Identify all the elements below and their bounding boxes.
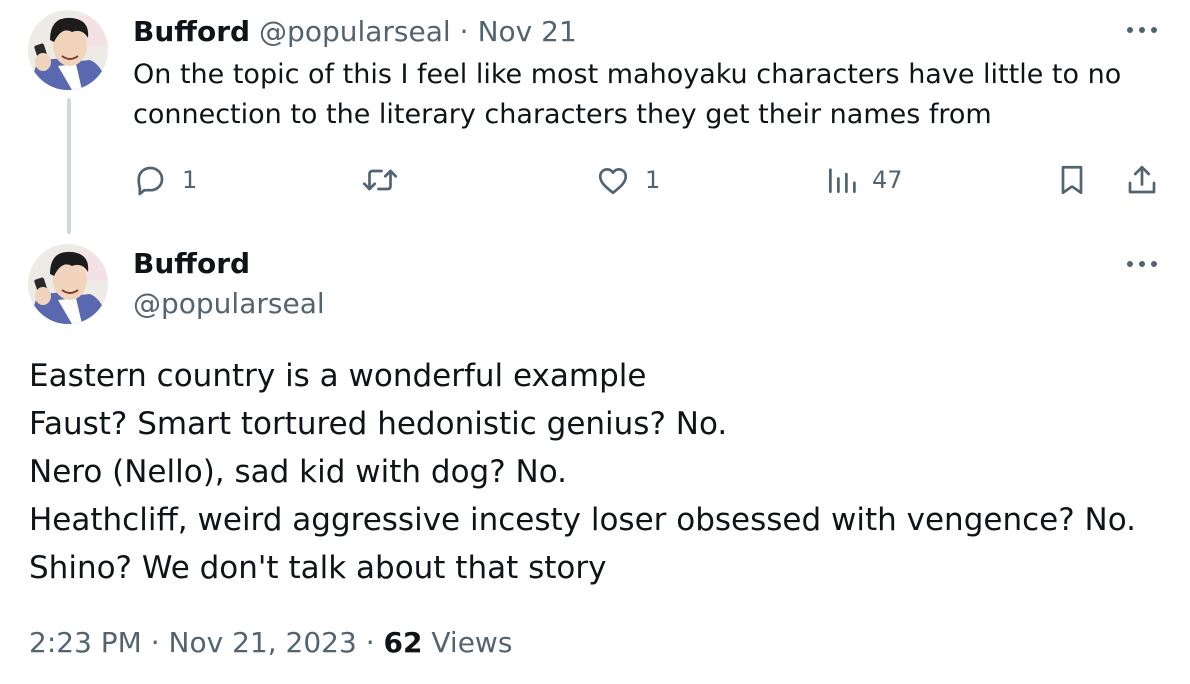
header-separator: · — [459, 14, 469, 48]
avatar[interactable] — [28, 244, 108, 324]
tweet-header: Bufford @popularseal · Nov 21 — [133, 12, 577, 50]
tweet-text-line: Nero (Nello), sad kid with dog? No. — [29, 454, 567, 490]
retweet-button[interactable] — [360, 160, 400, 200]
share-icon — [1128, 165, 1156, 194]
tweet-text-line: Eastern country is a wonderful example — [29, 358, 647, 394]
views-button[interactable]: 47 — [826, 160, 903, 200]
tweet-text-line: Heathcliff, weird aggressive incesty los… — [29, 502, 1136, 538]
reply-button[interactable]: 1 — [132, 160, 197, 200]
thread-connector-line — [67, 98, 71, 234]
bookmark-button[interactable] — [1054, 160, 1090, 200]
tweet-metadata: 2:23 PM · Nov 21, 2023 · 62 Views — [29, 623, 512, 663]
more-options-icon[interactable] — [1124, 22, 1160, 38]
views-label: Views — [431, 626, 513, 659]
reply-count: 1 — [182, 166, 198, 194]
like-count: 1 — [645, 166, 661, 194]
tweet-text-line: Faust? Smart tortured hedonistic genius?… — [29, 406, 728, 442]
tweet-time[interactable]: 2:23 PM — [29, 626, 142, 659]
bookmark-icon — [1061, 165, 1083, 195]
more-options-icon[interactable] — [1124, 256, 1160, 272]
avatar-image — [28, 244, 108, 324]
display-name[interactable]: Bufford — [133, 15, 250, 48]
avatar[interactable] — [28, 10, 108, 90]
heart-icon — [598, 168, 628, 195]
views-total: 62 — [383, 626, 423, 659]
handle[interactable]: @popularseal — [133, 285, 325, 323]
tweet-full-date[interactable]: Nov 21, 2023 — [169, 626, 357, 659]
handle[interactable]: @popularseal — [259, 15, 451, 48]
tweet-text: On the topic of this I feel like most ma… — [133, 59, 1122, 130]
tweet-text: Eastern country is a wonderful example F… — [29, 352, 1169, 592]
tweet-date[interactable]: Nov 21 — [478, 15, 577, 48]
retweet-icon — [362, 169, 398, 191]
views-count: 47 — [872, 166, 903, 194]
bar-chart-icon — [828, 168, 856, 194]
display-name[interactable]: Bufford — [133, 245, 250, 283]
share-button[interactable] — [1124, 160, 1160, 200]
meta-separator: · — [150, 626, 160, 659]
meta-separator: · — [365, 626, 375, 659]
avatar-image — [28, 10, 108, 90]
reply-icon — [137, 166, 164, 196]
tweet-text-line: Shino? We don't talk about that story — [29, 550, 607, 586]
like-button[interactable]: 1 — [595, 160, 660, 200]
